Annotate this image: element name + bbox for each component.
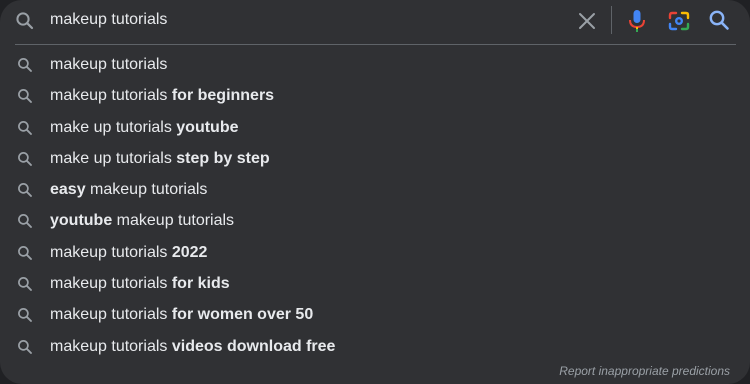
suggestion-completion: for women over 50 bbox=[171, 306, 314, 324]
search-icon bbox=[709, 10, 729, 30]
suggestion-list: makeup tutorials makeup tutorials for beg… bbox=[0, 49, 750, 362]
suggestion-item[interactable]: make up tutorials step by step bbox=[0, 143, 750, 174]
suggestion-text: youtube makeup tutorials bbox=[50, 211, 234, 231]
suggestion-text: makeup tutorials for beginners bbox=[50, 86, 274, 106]
voice-search-button[interactable] bbox=[625, 8, 649, 34]
suggestion-query: makeup tutorials bbox=[50, 337, 172, 355]
search-icon bbox=[15, 11, 35, 31]
search-icon bbox=[17, 88, 33, 104]
suggestion-completion: for beginners bbox=[171, 87, 275, 105]
suggestion-text: make up tutorials step by step bbox=[50, 149, 270, 169]
image-search-button[interactable] bbox=[667, 9, 691, 33]
suggestion-query: makeup tutorials bbox=[50, 275, 172, 293]
suggestion-text: make up tutorials youtube bbox=[50, 118, 239, 138]
suggestion-item[interactable]: makeup tutorials for kids bbox=[0, 268, 750, 299]
suggestion-item[interactable]: youtube makeup tutorials bbox=[0, 205, 750, 236]
suggestion-query: makeup tutorials bbox=[50, 56, 168, 73]
suggestion-query: make up tutorials bbox=[50, 118, 177, 136]
suggestion-text: makeup tutorials for women over 50 bbox=[50, 305, 313, 325]
search-icon bbox=[17, 57, 33, 73]
search-icon bbox=[17, 120, 33, 136]
suggestion-text: makeup tutorials 2022 bbox=[50, 243, 207, 263]
suggestion-completion: for kids bbox=[171, 275, 230, 293]
suggestion-text: makeup tutorials videos download free bbox=[50, 337, 335, 357]
report-predictions-link[interactable]: Report inappropriate predictions bbox=[559, 364, 730, 378]
toolbar-divider bbox=[611, 6, 612, 34]
suggestion-item[interactable]: makeup tutorials videos download free bbox=[0, 331, 750, 362]
suggestion-item[interactable]: make up tutorials youtube bbox=[0, 112, 750, 143]
suggestion-completion: step by step bbox=[176, 149, 270, 167]
suggestion-completion: easy bbox=[50, 181, 86, 199]
suggestion-query: makeup tutorials bbox=[50, 306, 172, 324]
suggestion-text: makeup tutorials bbox=[50, 55, 167, 75]
search-bar-divider bbox=[15, 44, 736, 45]
close-icon bbox=[579, 13, 595, 29]
camera-lens-icon bbox=[668, 11, 690, 31]
suggestion-query: makeup tutorials bbox=[50, 243, 172, 261]
search-icon bbox=[17, 151, 33, 167]
suggestion-query: make up tutorials bbox=[50, 149, 177, 167]
suggestion-query: makeup tutorials bbox=[112, 212, 235, 230]
suggestion-item[interactable]: makeup tutorials for beginners bbox=[0, 80, 750, 111]
suggestion-query: makeup tutorials bbox=[85, 181, 208, 199]
search-bar: makeup tutorials bbox=[0, 0, 750, 44]
microphone-icon bbox=[629, 10, 645, 32]
search-icon bbox=[17, 276, 33, 292]
suggestion-completion: youtube bbox=[176, 118, 239, 136]
suggestion-text: easy makeup tutorials bbox=[50, 180, 207, 200]
suggestion-item[interactable]: makeup tutorials for women over 50 bbox=[0, 299, 750, 330]
search-icon bbox=[17, 245, 33, 261]
search-input[interactable]: makeup tutorials bbox=[50, 10, 167, 30]
suggestion-completion: youtube bbox=[50, 212, 113, 230]
search-suggestions-panel: makeup tutorials makeup tutorials makeup… bbox=[0, 0, 750, 384]
suggestion-item[interactable]: makeup tutorials 2022 bbox=[0, 237, 750, 268]
search-icon bbox=[17, 307, 33, 323]
search-icon bbox=[17, 213, 33, 229]
search-icon bbox=[17, 339, 33, 355]
suggestion-item[interactable]: easy makeup tutorials bbox=[0, 174, 750, 205]
search-submit-button[interactable] bbox=[707, 8, 731, 32]
suggestion-query: makeup tutorials bbox=[50, 87, 172, 105]
search-icon bbox=[17, 182, 33, 198]
suggestion-item[interactable]: makeup tutorials bbox=[0, 49, 750, 80]
clear-search-button[interactable] bbox=[575, 9, 599, 33]
suggestion-text: makeup tutorials for kids bbox=[50, 274, 230, 294]
suggestion-completion: videos download free bbox=[171, 337, 336, 355]
suggestion-completion: 2022 bbox=[171, 243, 208, 261]
